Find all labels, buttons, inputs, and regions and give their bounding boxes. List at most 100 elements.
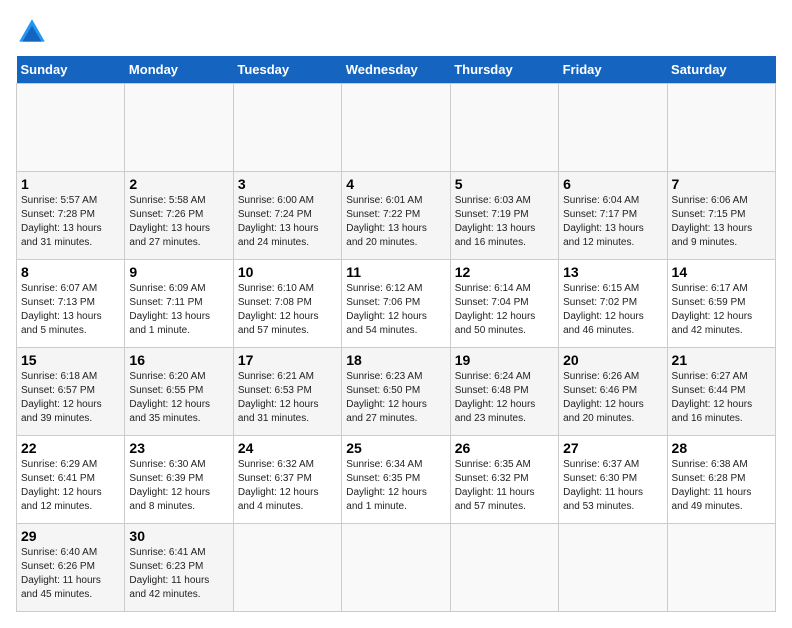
calendar-cell [667, 524, 775, 612]
day-number: 24 [238, 440, 337, 456]
day-number: 15 [21, 352, 120, 368]
calendar-cell: 1Sunrise: 5:57 AM Sunset: 7:28 PM Daylig… [17, 172, 125, 260]
day-number: 30 [129, 528, 228, 544]
day-info: Sunrise: 6:29 AM Sunset: 6:41 PM Dayligh… [21, 458, 120, 514]
day-info: Sunrise: 6:27 AM Sunset: 6:44 PM Dayligh… [672, 370, 771, 426]
day-number: 7 [672, 176, 771, 192]
calendar-cell: 13 Sunrise: 6:15 AM Sunset: 7:02 PM Dayli… [559, 260, 667, 348]
calendar-week-row [17, 84, 776, 172]
day-info: Sunrise: 6:01 AM Sunset: 7:22 PM Dayligh… [346, 194, 445, 250]
day-number: 5 [455, 176, 554, 192]
calendar-week-row: 15 Sunrise: 6:18 AM Sunset: 6:57 PM Dayli… [17, 348, 776, 436]
day-info: Sunrise: 6:12 AM Sunset: 7:06 PM Dayligh… [346, 282, 445, 338]
calendar-cell: 2 Sunrise: 5:58 AM Sunset: 7:26 PM Daylig… [125, 172, 233, 260]
calendar-cell: 16Sunrise: 6:20 AM Sunset: 6:55 PM Dayli… [125, 348, 233, 436]
day-info: Sunrise: 6:37 AM Sunset: 6:30 PM Dayligh… [563, 458, 662, 514]
calendar-cell: 8Sunrise: 6:07 AM Sunset: 7:13 PM Daylig… [17, 260, 125, 348]
calendar-table: SundayMondayTuesdayWednesdayThursdayFrid… [16, 56, 776, 612]
day-info: Sunrise: 6:00 AM Sunset: 7:24 PM Dayligh… [238, 194, 337, 250]
day-number: 27 [563, 440, 662, 456]
calendar-week-row: 22 Sunrise: 6:29 AM Sunset: 6:41 PM Dayli… [17, 436, 776, 524]
day-info: Sunrise: 6:06 AM Sunset: 7:15 PM Dayligh… [672, 194, 771, 250]
day-info: Sunrise: 6:18 AM Sunset: 6:57 PM Dayligh… [21, 370, 120, 426]
day-info: Sunrise: 6:41 AM Sunset: 6:23 PM Dayligh… [129, 546, 228, 602]
day-number: 11 [346, 264, 445, 280]
calendar-cell: 22 Sunrise: 6:29 AM Sunset: 6:41 PM Dayli… [17, 436, 125, 524]
calendar-cell [342, 84, 450, 172]
day-info: Sunrise: 6:24 AM Sunset: 6:48 PM Dayligh… [455, 370, 554, 426]
day-number: 18 [346, 352, 445, 368]
calendar-cell [125, 84, 233, 172]
calendar-cell: 3Sunrise: 6:00 AM Sunset: 7:24 PM Daylig… [233, 172, 341, 260]
day-info: Sunrise: 6:15 AM Sunset: 7:02 PM Dayligh… [563, 282, 662, 338]
day-info: Sunrise: 6:23 AM Sunset: 6:50 PM Dayligh… [346, 370, 445, 426]
day-info: Sunrise: 6:09 AM Sunset: 7:11 PM Dayligh… [129, 282, 228, 338]
calendar-cell [559, 524, 667, 612]
day-number: 10 [238, 264, 337, 280]
calendar-cell [342, 524, 450, 612]
day-of-week-header: Thursday [450, 56, 558, 84]
calendar-cell: 7 Sunrise: 6:06 AM Sunset: 7:15 PM Daylig… [667, 172, 775, 260]
calendar-cell: 17Sunrise: 6:21 AM Sunset: 6:53 PM Dayli… [233, 348, 341, 436]
calendar-cell: 18 Sunrise: 6:23 AM Sunset: 6:50 PM Dayli… [342, 348, 450, 436]
day-of-week-header: Sunday [17, 56, 125, 84]
calendar-cell: 12 Sunrise: 6:14 AM Sunset: 7:04 PM Dayli… [450, 260, 558, 348]
calendar-cell: 20Sunrise: 6:26 AM Sunset: 6:46 PM Dayli… [559, 348, 667, 436]
calendar-cell: 25Sunrise: 6:34 AM Sunset: 6:35 PM Dayli… [342, 436, 450, 524]
calendar-cell: 27 Sunrise: 6:37 AM Sunset: 6:30 PM Dayli… [559, 436, 667, 524]
calendar-cell: 21Sunrise: 6:27 AM Sunset: 6:44 PM Dayli… [667, 348, 775, 436]
day-number: 14 [672, 264, 771, 280]
calendar-cell: 4 Sunrise: 6:01 AM Sunset: 7:22 PM Daylig… [342, 172, 450, 260]
day-of-week-header: Saturday [667, 56, 775, 84]
day-number: 4 [346, 176, 445, 192]
calendar-cell [559, 84, 667, 172]
day-number: 12 [455, 264, 554, 280]
calendar-week-row: 29Sunrise: 6:40 AM Sunset: 6:26 PM Dayli… [17, 524, 776, 612]
day-info: Sunrise: 6:20 AM Sunset: 6:55 PM Dayligh… [129, 370, 228, 426]
day-number: 13 [563, 264, 662, 280]
calendar-cell: 23Sunrise: 6:30 AM Sunset: 6:39 PM Dayli… [125, 436, 233, 524]
day-info: Sunrise: 6:32 AM Sunset: 6:37 PM Dayligh… [238, 458, 337, 514]
calendar-cell [667, 84, 775, 172]
day-number: 26 [455, 440, 554, 456]
day-info: Sunrise: 6:04 AM Sunset: 7:17 PM Dayligh… [563, 194, 662, 250]
day-number: 29 [21, 528, 120, 544]
calendar-cell [233, 84, 341, 172]
day-info: Sunrise: 6:14 AM Sunset: 7:04 PM Dayligh… [455, 282, 554, 338]
day-number: 28 [672, 440, 771, 456]
day-number: 19 [455, 352, 554, 368]
day-number: 17 [238, 352, 337, 368]
day-info: Sunrise: 6:10 AM Sunset: 7:08 PM Dayligh… [238, 282, 337, 338]
calendar-cell: 30 Sunrise: 6:41 AM Sunset: 6:23 PM Dayli… [125, 524, 233, 612]
calendar-cell: 15 Sunrise: 6:18 AM Sunset: 6:57 PM Dayli… [17, 348, 125, 436]
calendar-cell: 28Sunrise: 6:38 AM Sunset: 6:28 PM Dayli… [667, 436, 775, 524]
calendar-week-row: 8Sunrise: 6:07 AM Sunset: 7:13 PM Daylig… [17, 260, 776, 348]
day-number: 2 [129, 176, 228, 192]
calendar-header-row: SundayMondayTuesdayWednesdayThursdayFrid… [17, 56, 776, 84]
day-number: 20 [563, 352, 662, 368]
calendar-week-row: 1Sunrise: 5:57 AM Sunset: 7:28 PM Daylig… [17, 172, 776, 260]
day-number: 22 [21, 440, 120, 456]
calendar-cell: 6Sunrise: 6:04 AM Sunset: 7:17 PM Daylig… [559, 172, 667, 260]
day-info: Sunrise: 6:34 AM Sunset: 6:35 PM Dayligh… [346, 458, 445, 514]
calendar-cell: 5 Sunrise: 6:03 AM Sunset: 7:19 PM Daylig… [450, 172, 558, 260]
day-info: Sunrise: 5:58 AM Sunset: 7:26 PM Dayligh… [129, 194, 228, 250]
day-of-week-header: Monday [125, 56, 233, 84]
logo [16, 16, 52, 48]
day-info: Sunrise: 6:03 AM Sunset: 7:19 PM Dayligh… [455, 194, 554, 250]
calendar-cell: 29Sunrise: 6:40 AM Sunset: 6:26 PM Dayli… [17, 524, 125, 612]
calendar-cell [233, 524, 341, 612]
day-info: Sunrise: 6:30 AM Sunset: 6:39 PM Dayligh… [129, 458, 228, 514]
day-info: Sunrise: 6:17 AM Sunset: 6:59 PM Dayligh… [672, 282, 771, 338]
day-of-week-header: Wednesday [342, 56, 450, 84]
calendar-cell [450, 524, 558, 612]
calendar-cell: 26 Sunrise: 6:35 AM Sunset: 6:32 PM Dayli… [450, 436, 558, 524]
day-info: Sunrise: 6:35 AM Sunset: 6:32 PM Dayligh… [455, 458, 554, 514]
calendar-cell: 14 Sunrise: 6:17 AM Sunset: 6:59 PM Dayli… [667, 260, 775, 348]
calendar-cell: 9 Sunrise: 6:09 AM Sunset: 7:11 PM Daylig… [125, 260, 233, 348]
day-of-week-header: Tuesday [233, 56, 341, 84]
day-number: 9 [129, 264, 228, 280]
day-number: 8 [21, 264, 120, 280]
logo-icon [16, 16, 48, 48]
calendar-cell: 11 Sunrise: 6:12 AM Sunset: 7:06 PM Dayli… [342, 260, 450, 348]
